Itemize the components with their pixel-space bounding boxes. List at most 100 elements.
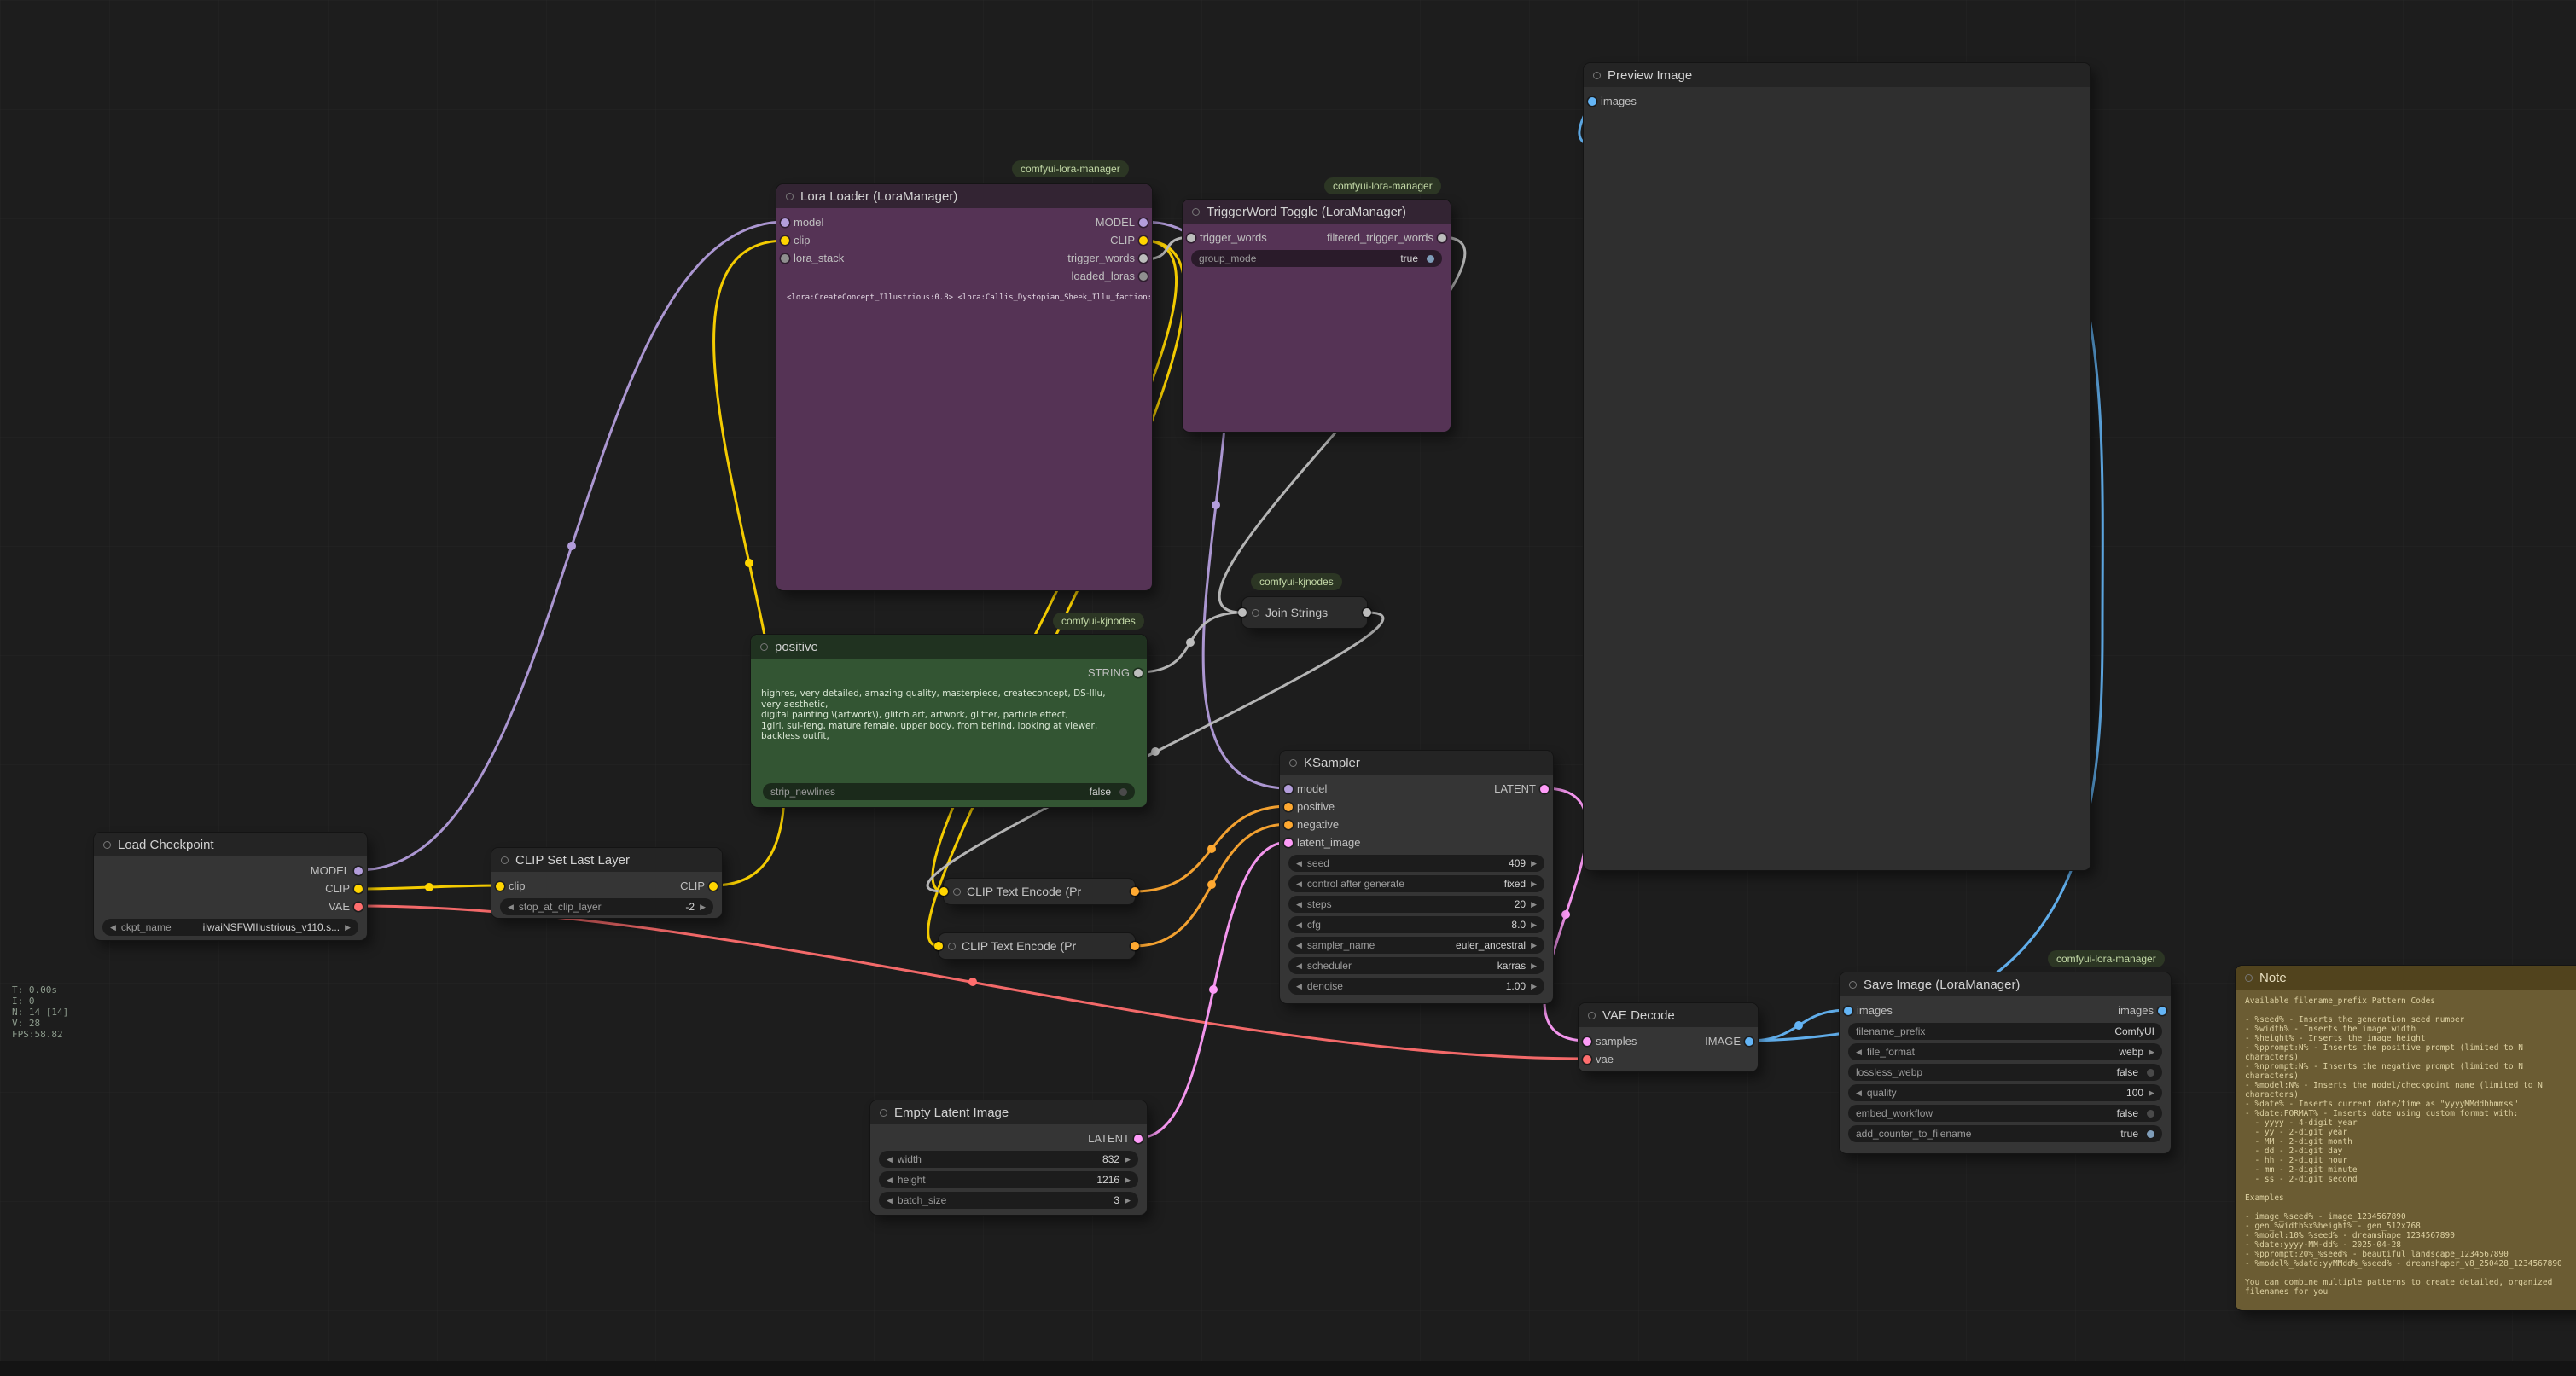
node-header[interactable]: Preview Image	[1584, 63, 2090, 87]
port-latent-out[interactable]	[1540, 785, 1549, 793]
increment-arrow-icon[interactable]: ▶	[345, 924, 351, 932]
widget-cfg[interactable]: ◀ cfg 8.0 ▶	[1288, 916, 1544, 933]
node-header[interactable]: Save Image (LoraManager)	[1840, 972, 2171, 996]
port-loaded-loras-out[interactable]	[1139, 272, 1148, 281]
port-lora-stack-in[interactable]	[781, 254, 789, 263]
port-filtered-trigger-words-out[interactable]	[1438, 234, 1446, 242]
node-load-checkpoint[interactable]: Load Checkpoint MODEL CLIP VAE ◀ ckpt_na…	[94, 833, 367, 940]
port-clip-in[interactable]	[934, 942, 943, 950]
increment-arrow-icon[interactable]: ▶	[1125, 1197, 1131, 1205]
graph-canvas[interactable]: Load Checkpoint MODEL CLIP VAE ◀ ckpt_na…	[0, 0, 2576, 1376]
port-model-out[interactable]	[354, 867, 363, 875]
node-empty-latent-image[interactable]: Empty Latent Image LATENT ◀ width 832 ▶ …	[870, 1100, 1147, 1215]
decrement-arrow-icon[interactable]: ◀	[110, 924, 116, 932]
node-header[interactable]: positive	[751, 635, 1147, 659]
port-clip-in[interactable]	[496, 882, 504, 891]
node-header[interactable]: Load Checkpoint	[94, 833, 367, 856]
node-vae-decode[interactable]: VAE Decode samples IMAGE vae	[1579, 1003, 1758, 1071]
decrement-arrow-icon[interactable]: ◀	[1296, 860, 1302, 868]
decrement-arrow-icon[interactable]: ◀	[887, 1156, 893, 1164]
widget-file-format[interactable]: ◀ file_format webp ▶	[1848, 1043, 2162, 1060]
decrement-arrow-icon[interactable]: ◀	[1296, 880, 1302, 888]
increment-arrow-icon[interactable]: ▶	[700, 903, 706, 911]
node-header[interactable]: KSampler	[1280, 751, 1553, 775]
lora-syntax-text[interactable]: <lora:CreateConcept_Illustrious:0.8> <lo…	[776, 285, 1152, 302]
port-samples-in[interactable]	[1583, 1037, 1591, 1046]
decrement-arrow-icon[interactable]: ◀	[1296, 942, 1302, 949]
port-conditioning-out[interactable]	[1131, 942, 1139, 950]
node-header[interactable]: Lora Loader (LoraManager)	[776, 184, 1152, 208]
note-text[interactable]: Available filename_prefix Pattern Codes …	[2236, 990, 2576, 1303]
port-latent-image-in[interactable]	[1284, 839, 1293, 847]
widget-width[interactable]: ◀ width 832 ▶	[879, 1151, 1138, 1168]
port-clip-out[interactable]	[354, 885, 363, 893]
port-images-in[interactable]	[1844, 1007, 1852, 1015]
node-header[interactable]: TriggerWord Toggle (LoraManager)	[1183, 200, 1451, 224]
port-clip-out[interactable]	[709, 882, 718, 891]
decrement-arrow-icon[interactable]: ◀	[1296, 962, 1302, 970]
node-triggerword-toggle[interactable]: TriggerWord Toggle (LoraManager) trigger…	[1183, 200, 1451, 432]
port-clip-in[interactable]	[781, 236, 789, 245]
node-ksampler[interactable]: KSampler model LATENT positive negative …	[1280, 751, 1553, 1003]
decrement-arrow-icon[interactable]: ◀	[1296, 901, 1302, 909]
increment-arrow-icon[interactable]: ▶	[2149, 1048, 2154, 1056]
port-conditioning-out[interactable]	[1131, 887, 1139, 896]
toggle-dot[interactable]	[2147, 1130, 2154, 1138]
decrement-arrow-icon[interactable]: ◀	[887, 1176, 893, 1184]
node-status-icon[interactable]	[1252, 609, 1259, 617]
port-latent-out[interactable]	[1134, 1135, 1143, 1143]
widget-batch-size[interactable]: ◀ batch_size 3 ▶	[879, 1192, 1138, 1209]
widget-strip-newlines[interactable]: strip_newlines false	[763, 783, 1135, 800]
port-negative-in[interactable]	[1284, 821, 1293, 829]
increment-arrow-icon[interactable]: ▶	[1531, 921, 1537, 929]
widget-sampler-name[interactable]: ◀ sampler_name euler_ancestral ▶	[1288, 937, 1544, 954]
toggle-dot[interactable]	[1427, 255, 1434, 263]
node-header[interactable]: Note	[2236, 966, 2576, 990]
widget-add-counter-to-filename[interactable]: add_counter_to_filename true	[1848, 1125, 2162, 1142]
toggle-dot[interactable]	[1119, 788, 1127, 796]
node-save-image[interactable]: Save Image (LoraManager) images images f…	[1840, 972, 2171, 1153]
widget-ckpt-name[interactable]: ◀ ckpt_name ilwaiNSFWIllustrious_v110.s.…	[102, 919, 358, 936]
increment-arrow-icon[interactable]: ▶	[1531, 983, 1537, 990]
node-clip-text-encode-negative[interactable]: CLIP Text Encode (Pr	[939, 933, 1135, 959]
node-header[interactable]: VAE Decode	[1579, 1003, 1758, 1027]
widget-stop-at-clip-layer[interactable]: ◀ stop_at_clip_layer -2 ▶	[500, 898, 713, 915]
widget-control-after-generate[interactable]: ◀ control after generate fixed ▶	[1288, 875, 1544, 892]
prompt-textarea[interactable]: highres, very detailed, amazing quality,…	[751, 682, 1147, 742]
decrement-arrow-icon[interactable]: ◀	[887, 1197, 893, 1205]
port-images-in[interactable]	[1588, 97, 1596, 106]
widget-scheduler[interactable]: ◀ scheduler karras ▶	[1288, 957, 1544, 974]
node-header[interactable]: CLIP Set Last Layer	[491, 848, 722, 872]
decrement-arrow-icon[interactable]: ◀	[1856, 1048, 1862, 1056]
widget-height[interactable]: ◀ height 1216 ▶	[879, 1171, 1138, 1188]
increment-arrow-icon[interactable]: ▶	[1531, 942, 1537, 949]
widget-lossless-webp[interactable]: lossless_webp false	[1848, 1064, 2162, 1081]
port-clip-in[interactable]	[939, 887, 948, 896]
port-positive-in[interactable]	[1284, 803, 1293, 811]
node-note[interactable]: Note Available filename_prefix Pattern C…	[2236, 966, 2576, 1310]
widget-steps[interactable]: ◀ steps 20 ▶	[1288, 896, 1544, 913]
port-string-in[interactable]	[1238, 608, 1247, 617]
widget-filename-prefix[interactable]: filename_prefix ComfyUI	[1848, 1023, 2162, 1040]
port-trigger-words-in[interactable]	[1187, 234, 1195, 242]
widget-quality[interactable]: ◀ quality 100 ▶	[1848, 1084, 2162, 1101]
increment-arrow-icon[interactable]: ▶	[1531, 962, 1537, 970]
node-clip-set-last-layer[interactable]: CLIP Set Last Layer clip CLIP ◀ stop_at_…	[491, 848, 722, 918]
widget-group-mode[interactable]: group_mode true	[1191, 250, 1442, 267]
increment-arrow-icon[interactable]: ▶	[2149, 1089, 2154, 1097]
decrement-arrow-icon[interactable]: ◀	[1856, 1089, 1862, 1097]
toggle-dot[interactable]	[2147, 1069, 2154, 1077]
port-vae-out[interactable]	[354, 903, 363, 911]
port-image-out[interactable]	[1745, 1037, 1753, 1046]
widget-seed[interactable]: ◀ seed 409 ▶	[1288, 855, 1544, 872]
widget-denoise[interactable]: ◀ denoise 1.00 ▶	[1288, 978, 1544, 995]
increment-arrow-icon[interactable]: ▶	[1531, 880, 1537, 888]
node-status-icon[interactable]	[953, 888, 961, 896]
node-join-strings[interactable]: Join Strings	[1242, 597, 1367, 628]
node-header[interactable]: Empty Latent Image	[870, 1100, 1147, 1124]
port-clip-out[interactable]	[1139, 236, 1148, 245]
node-preview-image[interactable]: Preview Image images	[1584, 63, 2090, 870]
port-model-out[interactable]	[1139, 218, 1148, 227]
increment-arrow-icon[interactable]: ▶	[1125, 1176, 1131, 1184]
node-lora-loader[interactable]: Lora Loader (LoraManager) model MODEL cl…	[776, 184, 1152, 590]
